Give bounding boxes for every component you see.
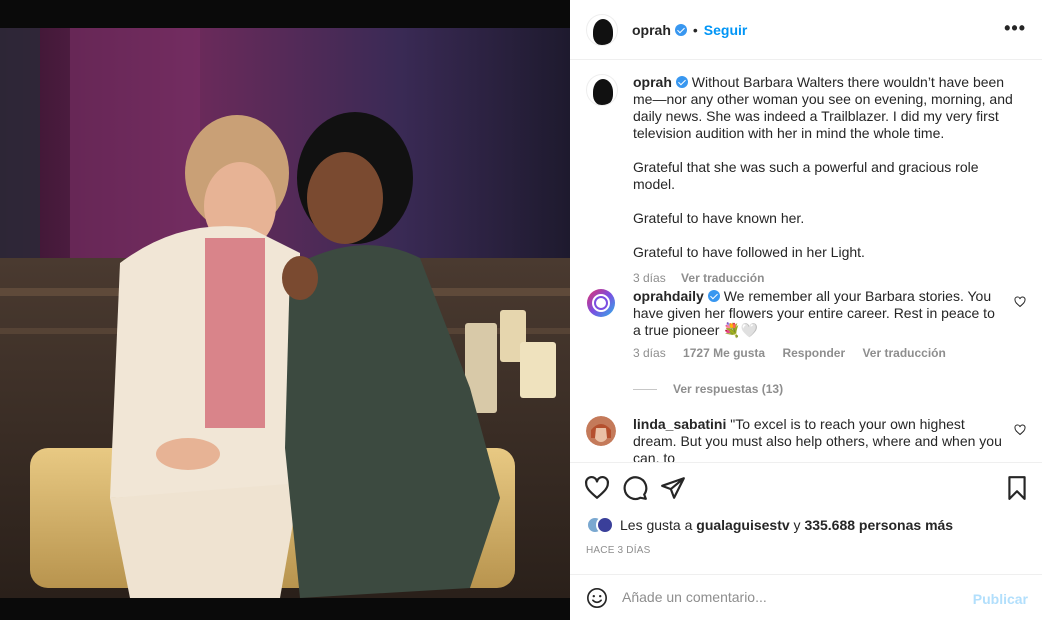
post-header: oprah • Seguir ••• bbox=[570, 0, 1042, 60]
caption-avatar[interactable] bbox=[586, 74, 618, 106]
emoji-icon[interactable] bbox=[586, 587, 608, 609]
comment-body: linda_sabatini "To excel is to reach you… bbox=[633, 416, 1003, 462]
likes-conj: y bbox=[793, 517, 801, 533]
comment-input[interactable] bbox=[622, 589, 962, 605]
verified-badge-icon bbox=[707, 290, 720, 302]
follow-button[interactable]: Seguir bbox=[704, 22, 748, 38]
verified-badge-icon bbox=[675, 76, 688, 88]
verified-badge-icon bbox=[674, 23, 687, 36]
caption-text-4: Grateful to have followed in her Light. bbox=[633, 244, 865, 260]
liker-avatar[interactable] bbox=[596, 516, 614, 534]
linda-avatar[interactable] bbox=[586, 416, 616, 446]
comments-scroll-area[interactable]: oprah Without Barbara Walters there woul… bbox=[570, 60, 1042, 462]
post-image bbox=[0, 28, 570, 598]
caption-text-3: Grateful to have known her. bbox=[633, 210, 805, 226]
share-plane-icon[interactable] bbox=[660, 475, 686, 501]
post-sidebar: oprah • Seguir ••• oprah Without Barbara… bbox=[570, 0, 1042, 620]
comment-body: oprahdaily We remember all your Barbara … bbox=[633, 288, 1003, 362]
post-photo[interactable] bbox=[0, 0, 570, 620]
like-heart-icon[interactable] bbox=[584, 475, 610, 501]
instagram-post-modal: oprah • Seguir ••• oprah Without Barbara… bbox=[0, 0, 1042, 620]
caption-meta: 3 días Ver traducción bbox=[633, 270, 1023, 287]
comment-username[interactable]: oprahdaily bbox=[633, 288, 704, 304]
likes-prefix: Les gusta a bbox=[620, 517, 693, 533]
author-avatar[interactable] bbox=[586, 13, 618, 46]
likes-count[interactable]: 335.688 personas más bbox=[804, 517, 953, 533]
caption-paragraph: oprah Without Barbara Walters there woul… bbox=[633, 74, 1023, 142]
caption-time: 3 días bbox=[633, 271, 666, 285]
comment-likes-count[interactable]: 1727 Me gusta bbox=[683, 346, 765, 360]
caption-text-1: Without Barbara Walters there wouldn’t h… bbox=[633, 74, 1013, 141]
add-comment-bar: Publicar bbox=[570, 574, 1042, 620]
likes-summary: Les gusta a gualaguisestv y 335.688 pers… bbox=[586, 516, 953, 534]
likes-user[interactable]: gualaguisestv bbox=[696, 517, 789, 533]
comment-like-heart-icon[interactable] bbox=[1014, 424, 1026, 436]
comment-username[interactable]: linda_sabatini bbox=[633, 416, 726, 432]
reply-button[interactable]: Responder bbox=[782, 346, 845, 360]
comment-translate-link[interactable]: Ver traducción bbox=[862, 346, 945, 360]
comment-meta: 3 días 1727 Me gusta Responder Ver tradu… bbox=[633, 345, 1003, 362]
action-bar bbox=[570, 462, 1042, 512]
post-timestamp[interactable]: HACE 3 DÍAS bbox=[586, 545, 650, 556]
view-replies-link[interactable]: Ver respuestas (13) bbox=[633, 382, 783, 396]
caption-translate-link[interactable]: Ver traducción bbox=[681, 271, 764, 285]
more-options-icon[interactable]: ••• bbox=[1004, 19, 1026, 37]
save-bookmark-icon[interactable] bbox=[1004, 475, 1030, 501]
comment-like-heart-icon[interactable] bbox=[1014, 296, 1026, 308]
comment-time: 3 días bbox=[633, 346, 666, 360]
caption-body: oprah Without Barbara Walters there woul… bbox=[633, 74, 1023, 287]
author-username[interactable]: oprah bbox=[632, 22, 671, 38]
likes-text: Les gusta a gualaguisestv y 335.688 pers… bbox=[620, 517, 953, 533]
header-separator: • bbox=[692, 21, 698, 38]
publish-button[interactable]: Publicar bbox=[973, 591, 1028, 607]
oprahdaily-avatar[interactable] bbox=[586, 288, 616, 318]
view-replies-label: Ver respuestas (13) bbox=[673, 382, 784, 396]
comment-bubble-icon[interactable] bbox=[622, 475, 648, 501]
caption-text-2: Grateful that she was such a powerful an… bbox=[633, 159, 979, 192]
replies-line bbox=[633, 389, 657, 391]
caption-username[interactable]: oprah bbox=[633, 74, 672, 90]
